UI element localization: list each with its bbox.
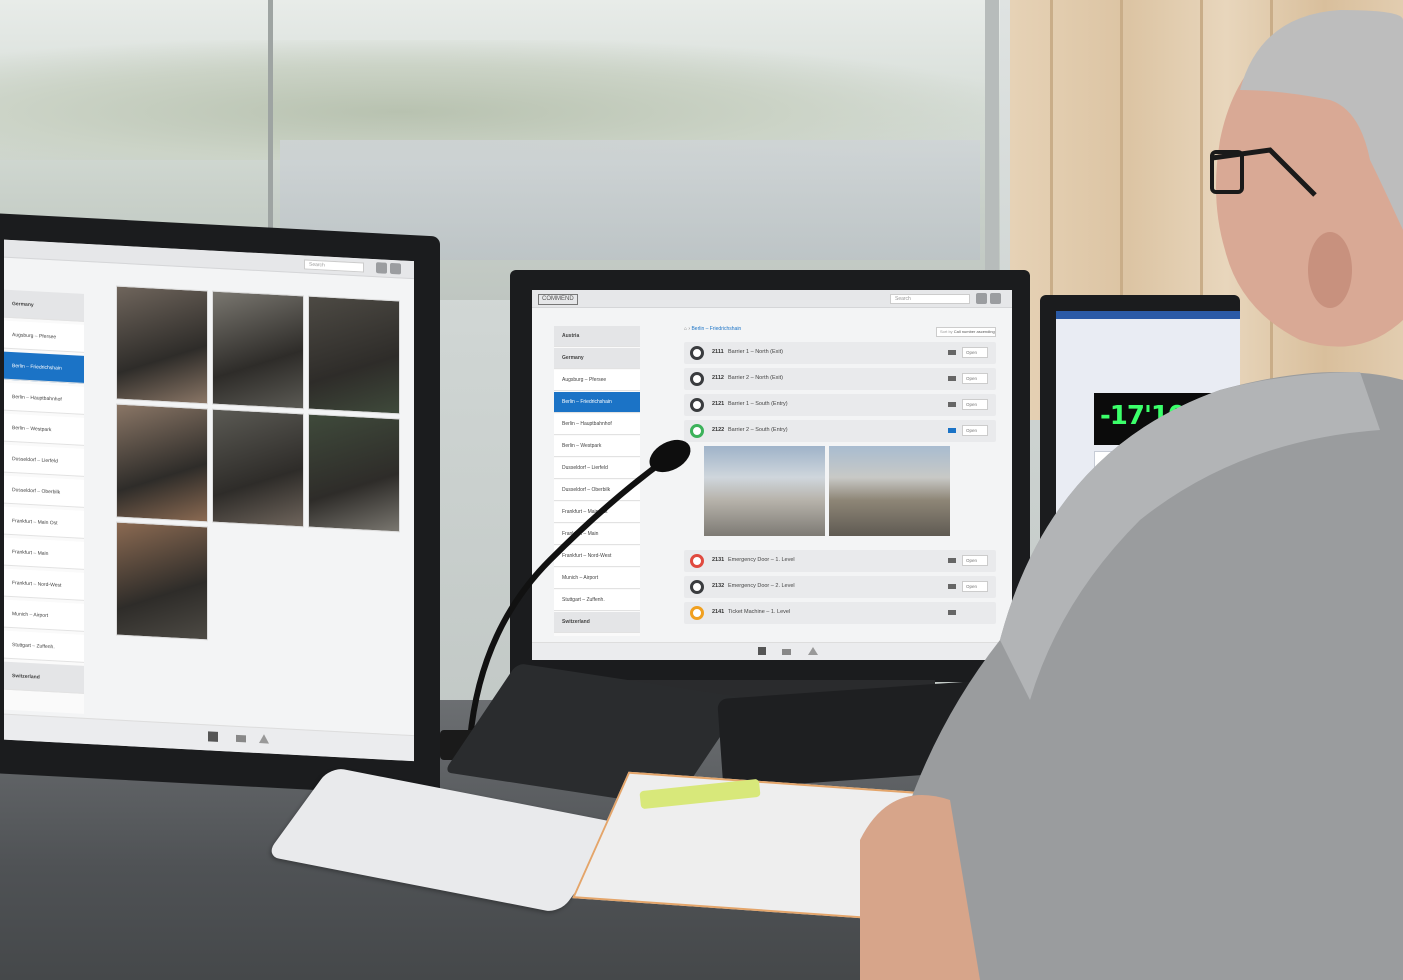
breadcrumb-current: Berlin – Friedrichshain [691, 326, 742, 332]
operator-person [860, 10, 1403, 980]
camera-grid [116, 285, 406, 671]
device-label: Barrier 1 – North (Exit) [728, 349, 784, 355]
sidebar-item[interactable]: Berlin – Friedrichshain [4, 351, 84, 384]
camera-view-icon[interactable] [782, 649, 791, 655]
sidebar-item[interactable]: Austria [554, 326, 640, 347]
device-label: Emergency Door – 1. Level [728, 557, 795, 563]
camera-thumbnail[interactable] [308, 295, 400, 415]
camera-thumbnail[interactable] [116, 285, 208, 405]
map-view-icon[interactable] [808, 647, 818, 655]
sidebar-item[interactable]: Frankfurt – Main [4, 537, 84, 570]
left-sidebar: Germany Augsburg – Pfersee Berlin – Friedr… [4, 289, 84, 714]
control-room-photo: Search Germany Augsburg – Pfersee Berlin –… [0, 0, 1403, 980]
sidebar-item[interactable]: Dusseldorf – Lierfeld [4, 444, 84, 477]
left-menu-button[interactable] [390, 262, 401, 275]
camera-thumbnail[interactable] [116, 521, 208, 641]
status-ring-icon [690, 398, 704, 412]
breadcrumb: ⌂ › Berlin – Friedrichshain [684, 326, 741, 332]
device-number: 2112 [712, 375, 724, 381]
left-bottom-bar [4, 713, 414, 762]
device-number: 2141 [712, 609, 725, 615]
left-screen: Search Germany Augsburg – Pfersee Berlin –… [4, 239, 414, 762]
sidebar-item[interactable]: Germany [4, 289, 84, 322]
device-label: Barrier 2 – South (Entry) [728, 427, 788, 433]
camera-thumbnail[interactable] [116, 403, 208, 523]
home-icon[interactable]: ⌂ › [684, 326, 690, 332]
left-top-bar: Search [4, 239, 414, 280]
device-label: Barrier 1 – South (Entry) [728, 401, 788, 407]
left-monitor: Search Germany Augsburg – Pfersee Berlin –… [0, 213, 440, 797]
camera-thumbnail[interactable] [212, 408, 304, 528]
sidebar-item[interactable]: Dusseldorf – Oberbilk [4, 475, 84, 508]
left-notify-button[interactable] [376, 262, 387, 274]
grid-view-icon[interactable] [758, 647, 766, 655]
sidebar-item[interactable]: Berlin – Westpark [4, 413, 84, 446]
camera-thumbnail[interactable] [212, 290, 304, 410]
status-ring-icon [690, 372, 704, 386]
sidebar-item[interactable]: Stuttgart – Zuffenh. [4, 630, 84, 663]
sidebar-item[interactable]: Berlin – Hauptbahnhof [4, 382, 84, 415]
sidebar-item[interactable]: Germany [554, 348, 640, 369]
left-search-input[interactable]: Search [304, 259, 364, 273]
camera-feed[interactable] [704, 446, 825, 536]
device-number: 2121 [712, 401, 725, 407]
device-label: Emergency Door – 2. Level [728, 583, 795, 589]
device-label: Ticket Machine – 1. Level [728, 609, 791, 615]
sidebar-item[interactable]: Frankfurt – Main Ost [4, 506, 84, 539]
device-number: 2131 [712, 557, 725, 563]
sidebar-item[interactable]: Frankfurt – Nord-West [4, 568, 84, 601]
camera-thumbnail[interactable] [308, 413, 400, 533]
device-number: 2111 [712, 349, 724, 355]
sidebar-item[interactable]: Switzerland [4, 661, 84, 694]
map-view-icon[interactable] [259, 734, 269, 744]
sidebar-item[interactable]: Berlin – Friedrichshain [554, 392, 640, 413]
grid-view-icon[interactable] [208, 731, 218, 742]
status-ring-icon [690, 346, 704, 360]
device-label: Barrier 2 – North (Exit) [728, 375, 784, 381]
device-number: 2122 [712, 427, 725, 433]
sidebar-item[interactable]: Augsburg – Pfersee [554, 370, 640, 391]
camera-view-icon[interactable] [236, 734, 246, 743]
sidebar-item[interactable]: Munich – Airport [4, 599, 84, 632]
device-number: 2132 [712, 583, 725, 589]
commend-logo: COMMEND [538, 294, 578, 305]
sidebar-item[interactable]: Augsburg – Pfersee [4, 320, 84, 353]
